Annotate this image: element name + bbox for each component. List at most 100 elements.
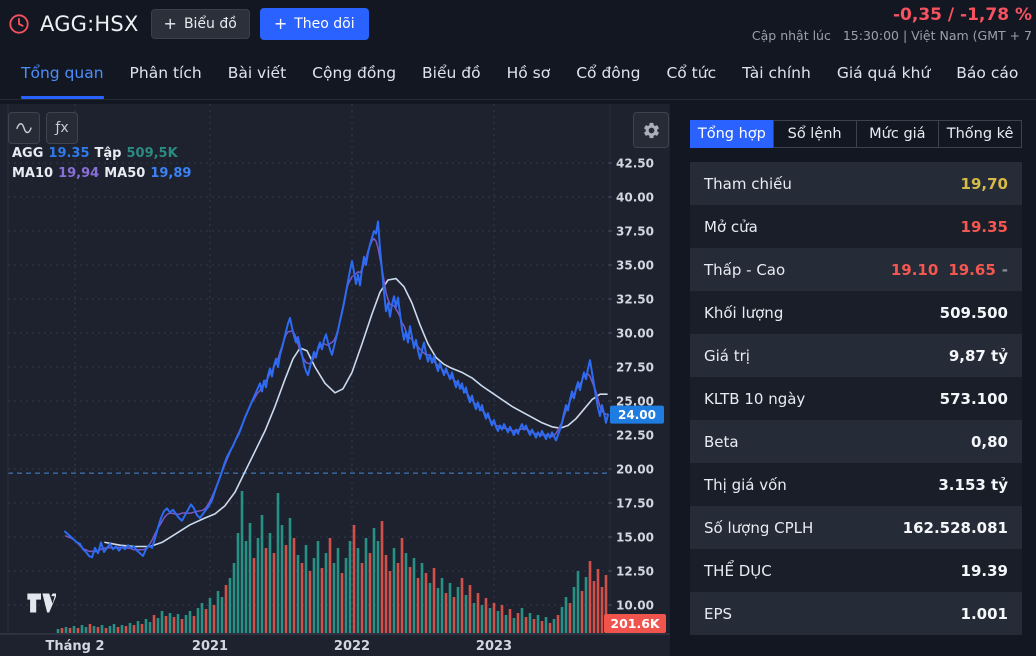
- volume-bar: [293, 538, 296, 633]
- gear-icon: [642, 121, 661, 140]
- price-chart-canvas[interactable]: 42.5040.0037.5035.0032.5030.0027.5025.00…: [0, 104, 670, 656]
- volume-bar: [133, 625, 136, 633]
- main-tab-2[interactable]: Bài viết: [215, 48, 299, 99]
- stat-value: 9,87 tỷ: [949, 347, 1008, 365]
- volume-bar: [501, 605, 504, 633]
- volume-bar: [161, 611, 164, 633]
- main-tab-0[interactable]: Tổng quan: [8, 48, 117, 99]
- main-tab-1[interactable]: Phân tích: [117, 48, 215, 99]
- volume-bar: [113, 624, 116, 633]
- indicators-button[interactable]: ƒx: [46, 112, 78, 144]
- main-tab-7[interactable]: Cổ tức: [653, 48, 729, 99]
- volume-bar: [129, 623, 132, 633]
- volume-bar: [477, 593, 480, 633]
- legend-price: 19.35: [48, 146, 89, 161]
- y-axis-label: 35.00: [616, 259, 654, 273]
- volume-bar: [433, 568, 436, 633]
- volume-bar: [77, 628, 80, 633]
- volume-bar: [461, 578, 464, 633]
- volume-bar: [529, 613, 532, 633]
- main-tab-8[interactable]: Tài chính: [729, 48, 824, 99]
- stat-row: Giá trị 9,87 tỷ: [690, 334, 1022, 377]
- legend-ma50-value: 19,89: [150, 166, 191, 181]
- y-axis-label: 12.50: [616, 565, 654, 579]
- volume-bar: [401, 538, 404, 633]
- plus-icon: +: [274, 16, 287, 32]
- volume-bar: [325, 553, 328, 633]
- last-price-badge-text: 24.00: [618, 408, 656, 422]
- volume-bar: [57, 629, 60, 633]
- header: AGG:HSX + Biểu đồ + Theo dõi -0,35 / -1,…: [0, 0, 1036, 48]
- volume-bar: [85, 627, 88, 633]
- y-axis-label: 10.00: [616, 599, 654, 613]
- volume-bar: [337, 548, 340, 633]
- legend-ma50-label: MA50: [104, 166, 145, 181]
- volume-bar: [421, 563, 424, 633]
- line-style-button[interactable]: [8, 112, 40, 144]
- chart-settings-button[interactable]: [633, 112, 669, 148]
- add-chart-button[interactable]: + Biểu đồ: [151, 9, 250, 39]
- main-tab-3[interactable]: Cộng đồng: [299, 48, 409, 99]
- volume-bar: [453, 597, 456, 633]
- volume-bar: [253, 558, 256, 633]
- stats-tab-0[interactable]: Tổng hợp: [690, 120, 774, 148]
- legend-line-2: MA1019,94MA5019,89: [12, 164, 196, 184]
- plus-icon: +: [164, 16, 177, 32]
- volume-bar: [397, 563, 400, 633]
- legend-ma10-value: 19,94: [58, 166, 99, 181]
- volume-bar: [309, 571, 312, 633]
- header-left: AGG:HSX + Biểu đồ + Theo dõi: [8, 8, 369, 40]
- tradingview-logo[interactable]: [26, 592, 56, 614]
- main-tabs: Tổng quanPhân tíchBài viếtCộng đồngBiểu …: [0, 48, 1036, 100]
- volume-bar: [417, 578, 420, 633]
- volume-bar: [557, 615, 560, 633]
- stats-tab-2[interactable]: Mức giá: [856, 120, 940, 148]
- main-tab-9[interactable]: Giá quá khứ: [824, 48, 943, 99]
- volume-bar: [217, 591, 220, 633]
- volume-bar: [317, 541, 320, 633]
- volume-bar: [225, 585, 228, 633]
- stat-row: Tham chiếu19,70: [690, 162, 1022, 205]
- follow-button[interactable]: + Theo dõi: [260, 8, 369, 40]
- volume-bar: [209, 598, 212, 633]
- volume-bar: [541, 621, 544, 633]
- app-root: AGG:HSX + Biểu đồ + Theo dõi -0,35 / -1,…: [0, 0, 1036, 656]
- volume-bar: [405, 553, 408, 633]
- stat-label: Thấp - Cao: [704, 261, 785, 279]
- add-chart-label: Biểu đồ: [184, 16, 237, 32]
- volume-bar: [229, 578, 232, 633]
- volume-bar: [441, 578, 444, 633]
- symbol-title: AGG:HSX: [40, 12, 139, 36]
- volume-bar: [565, 597, 568, 633]
- volume-bar: [109, 626, 112, 633]
- volume-bar: [561, 607, 564, 633]
- volume-bar: [537, 615, 540, 633]
- main-tab-5[interactable]: Hồ sơ: [494, 48, 564, 99]
- main-tab-10[interactable]: Báo cáo: [943, 48, 1031, 99]
- stats-tab-3[interactable]: Thống kê: [938, 120, 1022, 148]
- volume-badge-text: 201.6K: [610, 616, 661, 631]
- stat-label: Giá trị: [704, 347, 750, 365]
- active-tab-underline: [21, 96, 104, 99]
- volume-bar: [365, 538, 368, 633]
- main-tab-4[interactable]: Biểu đồ: [409, 48, 494, 99]
- volume-bar: [381, 521, 384, 633]
- legend-volume-value: 509,5K: [126, 146, 177, 161]
- stat-row: Beta0,80: [690, 420, 1022, 463]
- volume-bar: [277, 493, 280, 633]
- volume-bar: [97, 627, 100, 633]
- tradingview-logo-icon: [26, 592, 56, 614]
- volume-bar: [377, 541, 380, 633]
- chart-pane: 42.5040.0037.5035.0032.5030.0027.5025.00…: [0, 104, 670, 656]
- legend-symbol: AGG: [12, 146, 43, 161]
- stats-tab-1[interactable]: Sổ lệnh: [773, 120, 857, 148]
- y-axis-label: 17.50: [616, 497, 654, 511]
- stat-row: THỂ DỤC19.39: [690, 549, 1022, 592]
- volume-bar: [289, 518, 292, 633]
- main-tab-6[interactable]: Cổ đông: [563, 48, 653, 99]
- volume-bar: [549, 623, 552, 633]
- volume-bar: [285, 545, 288, 633]
- volume-bar: [333, 563, 336, 633]
- updated-at: Cập nhật lúc15:30:00 | Việt Nam (GMT + 7: [752, 28, 1032, 43]
- updated-value: 15:30:00 | Việt Nam (GMT + 7: [843, 28, 1032, 43]
